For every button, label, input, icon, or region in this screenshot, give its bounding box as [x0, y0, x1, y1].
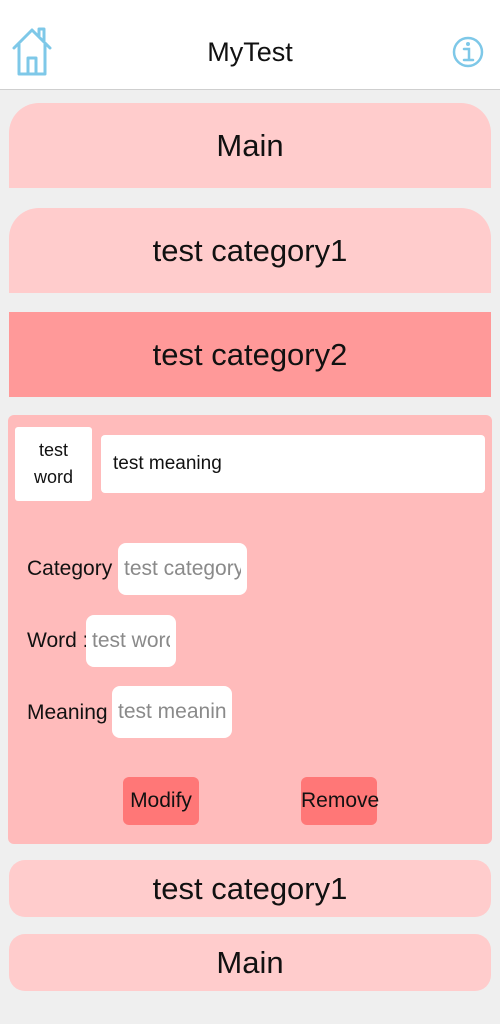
modify-button[interactable]: Modify — [123, 777, 199, 825]
info-button[interactable] — [448, 26, 488, 76]
category-label: test category1 — [152, 232, 348, 268]
category-input[interactable] — [118, 543, 247, 595]
category-label: Main — [216, 944, 284, 980]
category-cell-test-category1[interactable]: test category1 — [9, 208, 491, 293]
navigation-bar: MyTest — [0, 0, 500, 90]
meaning-display[interactable]: test meaning — [101, 435, 485, 493]
category-label: test category2 — [152, 336, 348, 372]
word-display[interactable]: test word — [15, 427, 92, 501]
meaning-input[interactable] — [112, 686, 232, 738]
category-field-label: Category : — [27, 557, 124, 580]
word-detail-panel: test word test meaning Category : Word :… — [8, 415, 492, 844]
category-label: test category1 — [152, 870, 348, 906]
category-cell-main-bottom[interactable]: Main — [9, 934, 491, 991]
category-label: Main — [216, 127, 284, 163]
word-field-label: Word : — [27, 629, 89, 652]
info-icon — [452, 36, 484, 68]
category-cell-test-category2[interactable]: test category2 — [9, 312, 491, 397]
category-cell-main[interactable]: Main — [9, 103, 491, 188]
meaning-field-label: Meaning : — [27, 701, 120, 724]
remove-button[interactable]: Remove — [301, 777, 379, 825]
category-cell-test-category1-bottom[interactable]: test category1 — [9, 860, 491, 917]
word-input[interactable] — [86, 615, 176, 667]
page-title: MyTest — [207, 37, 293, 67]
